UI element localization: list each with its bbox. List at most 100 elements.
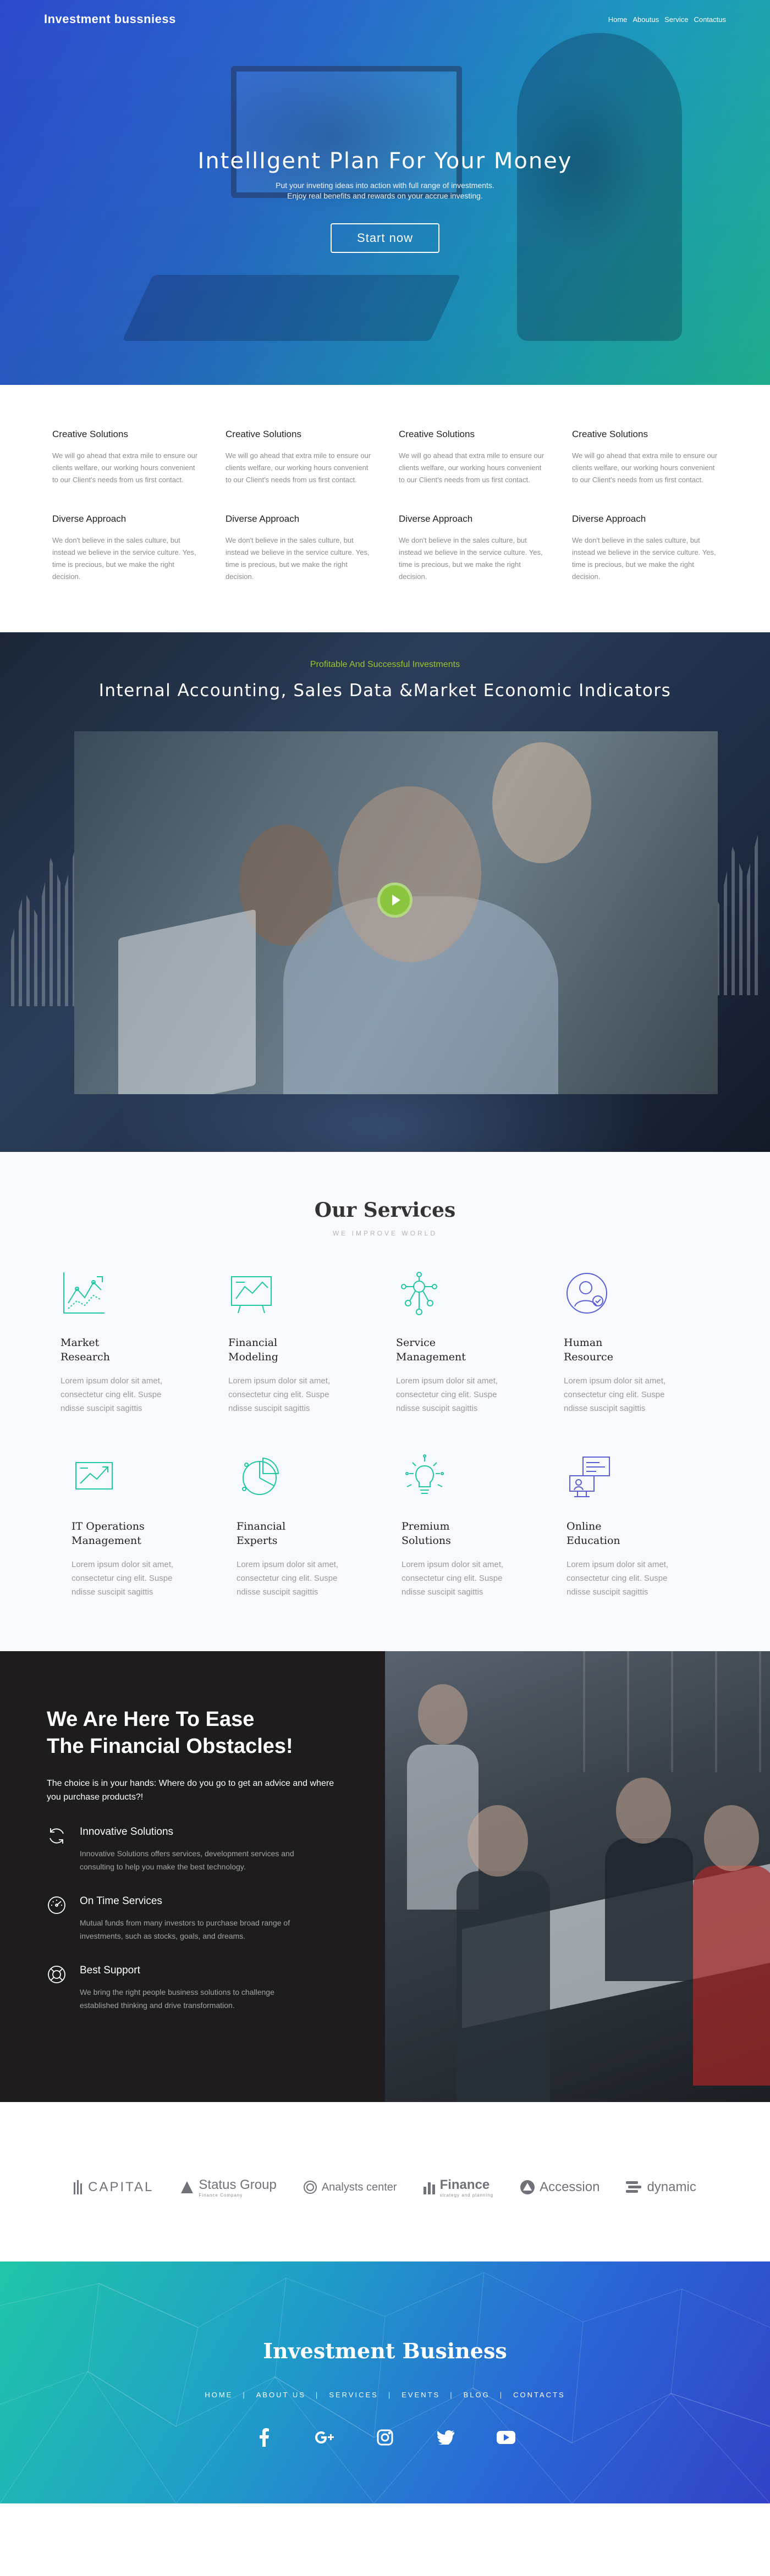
photo-person-decoration	[693, 1866, 770, 2086]
top-navbar: Investment bussniess Home Aboutus Servic…	[0, 0, 770, 38]
google-plus-icon[interactable]	[314, 2426, 336, 2448]
person-icon	[566, 1273, 607, 1314]
services-row: Market Research Lorem ipsum dolor sit ame…	[61, 1270, 710, 1415]
service-text: Lorem ipsum dolor sit amet, consectetur …	[566, 1560, 669, 1597]
ease-item-title: Best Support	[80, 1965, 140, 1976]
service-title: Online Education	[566, 1520, 620, 1547]
footer-nav-separator: |	[499, 2391, 504, 2399]
feature-title: Creative Solutions	[52, 429, 128, 439]
hero-subtitle: Put your inveting ideas into action with…	[0, 180, 770, 201]
partners-strip: CAPITAL Status Group Finance Company Anal…	[0, 2102, 770, 2261]
feature-title: Creative Solutions	[399, 429, 475, 439]
services-section: Our Services WE IMPROVE WORLD Market Rese…	[0, 1152, 770, 1651]
social-links	[0, 2426, 770, 2448]
service-title: Service Management	[396, 1337, 466, 1363]
service-card-human-resource[interactable]: Human Resource Lorem ipsum dolor sit amet…	[564, 1270, 710, 1415]
ease-title-line-1: We Are Here To Ease	[47, 1708, 255, 1731]
nav-contactus[interactable]: Contactus	[694, 15, 726, 24]
feature-text: We will go ahead that extra mile to ensu…	[226, 451, 371, 484]
feature-text: We will go ahead that extra mile to ensu…	[572, 451, 718, 484]
pie-chart-icon	[242, 1457, 279, 1495]
nav-service[interactable]: Service	[664, 15, 688, 24]
video-player[interactable]	[74, 731, 718, 1094]
video-laptop-image	[118, 909, 256, 1094]
service-card-financial-modeling[interactable]: Financial Modeling Lorem ipsum dolor sit …	[228, 1270, 374, 1415]
footer-nav: HOME | ABOUT US | SERVICES | EVENTS | BLOG | …	[0, 2391, 770, 2399]
partner-tagline: Finance Company	[199, 2192, 243, 2198]
service-title: Financial Experts	[237, 1520, 286, 1547]
meeting-photo	[385, 1651, 770, 2102]
video-person-image	[492, 742, 591, 863]
service-title: IT Operations Management	[72, 1520, 145, 1547]
ease-item-title: On Time Services	[80, 1895, 162, 1907]
partner-name: CAPITAL	[88, 2180, 154, 2194]
photo-person-decoration	[605, 1838, 693, 1981]
service-card-service-management[interactable]: Service Management Lorem ipsum dolor sit …	[396, 1270, 542, 1415]
hero-subtitle-line-1: Put your inveting ideas into action with…	[276, 181, 494, 190]
hero-section: Investment bussniess Home Aboutus Servic…	[0, 0, 770, 385]
photo-person-decoration	[457, 1871, 550, 2102]
footer-logo[interactable]: Investment Business	[0, 2338, 770, 2363]
feature-card: Diverse Approach We don't believe in the …	[399, 514, 544, 583]
facebook-icon[interactable]	[253, 2426, 275, 2448]
nav-home[interactable]: Home	[608, 15, 628, 24]
nav-aboutus[interactable]: Aboutus	[632, 15, 659, 24]
start-now-button[interactable]: Start now	[331, 223, 439, 253]
video-header: Profitable And Successful Investments In…	[0, 632, 770, 700]
service-text: Lorem ipsum dolor sit amet, consectetur …	[72, 1560, 174, 1597]
youtube-icon[interactable]	[495, 2426, 517, 2448]
photo-person-decoration	[704, 1805, 759, 1871]
partner-logo-dynamic[interactable]: dynamic	[626, 2180, 696, 2195]
chart-icon	[63, 1272, 105, 1314]
lightbulb-icon	[405, 1454, 444, 1494]
service-title: Financial Modeling	[228, 1337, 278, 1363]
footer-nav-about-us[interactable]: ABOUT US	[256, 2391, 306, 2399]
footer-nav-services[interactable]: SERVICES	[329, 2391, 378, 2399]
service-card-it-operations[interactable]: IT Operations Management Lorem ipsum dolo…	[72, 1454, 215, 1599]
photo-person-decoration	[468, 1805, 528, 1877]
partner-logo-accession[interactable]: Accession	[520, 2180, 600, 2195]
feature-title: Creative Solutions	[572, 429, 648, 439]
instagram-icon[interactable]	[374, 2426, 396, 2448]
play-button[interactable]	[377, 882, 413, 918]
feature-text: We will go ahead that extra mile to ensu…	[399, 451, 544, 484]
partner-name: Status Group	[199, 2177, 277, 2192]
play-icon	[392, 895, 400, 906]
refresh-icon	[47, 1826, 80, 1873]
partner-name: Finance	[439, 2177, 490, 2192]
partner-logo-analysts-center[interactable]: Analysts center	[303, 2180, 397, 2194]
partner-logo-capital[interactable]: CAPITAL	[74, 2179, 153, 2196]
service-text: Lorem ipsum dolor sit amet, consectetur …	[396, 1376, 498, 1413]
feature-card: Creative Solutions We will go ahead that …	[52, 429, 198, 486]
services-row: IT Operations Management Lorem ipsum dolo…	[61, 1454, 710, 1599]
feature-card: Creative Solutions We will go ahead that …	[226, 429, 371, 486]
footer-nav-blog[interactable]: BLOG	[464, 2391, 490, 2399]
service-card-premium-solutions[interactable]: Premium Solutions Lorem ipsum dolor sit a…	[402, 1454, 544, 1599]
footer-nav-home[interactable]: HOME	[205, 2391, 233, 2399]
partner-name: Accession	[540, 2180, 600, 2194]
hero-keyboard-image	[122, 275, 461, 341]
hero-content: IntellIgent Plan For Your Money Put your…	[0, 148, 770, 253]
service-card-online-education[interactable]: Online Education Lorem ipsum dolor sit am…	[566, 1454, 710, 1599]
main-menu: Home Aboutus Service Contactus	[608, 15, 726, 24]
feature-text: We will go ahead that extra mile to ensu…	[52, 451, 198, 484]
partner-name: Analysts center	[321, 2181, 397, 2193]
service-title: Premium Solutions	[402, 1520, 451, 1547]
twitter-icon[interactable]	[435, 2426, 457, 2448]
partner-logo-finance[interactable]: Finance strategy and planning	[423, 2177, 494, 2198]
ease-lead: The choice is in your hands: Where do yo…	[47, 1779, 334, 1802]
graph-board-icon	[231, 1276, 272, 1314]
service-card-financial-experts[interactable]: Financial Experts Lorem ipsum dolor sit a…	[237, 1454, 380, 1599]
ease-item-on-time-services: On Time Services Mutual funds from many …	[47, 1895, 346, 1943]
ease-title-line-2: The Financial Obstacles!	[47, 1735, 293, 1758]
footer-nav-events[interactable]: EVENTS	[402, 2391, 440, 2399]
ease-item-title: Innovative Solutions	[80, 1826, 174, 1838]
service-card-market-research[interactable]: Market Research Lorem ipsum dolor sit ame…	[61, 1270, 206, 1415]
partner-logo-status-group[interactable]: Status Group Finance Company	[180, 2177, 277, 2198]
ease-item-text: Mutual funds from many investors to purc…	[80, 1918, 290, 1940]
video-title: Internal Accounting, Sales Data &Market …	[98, 681, 672, 700]
footer-nav-contacts[interactable]: CONTACTS	[513, 2391, 565, 2399]
feature-title: Diverse Approach	[399, 514, 473, 524]
site-logo[interactable]: Investment bussniess	[44, 12, 176, 26]
feature-text: We don't believe in the sales culture, b…	[226, 536, 370, 581]
